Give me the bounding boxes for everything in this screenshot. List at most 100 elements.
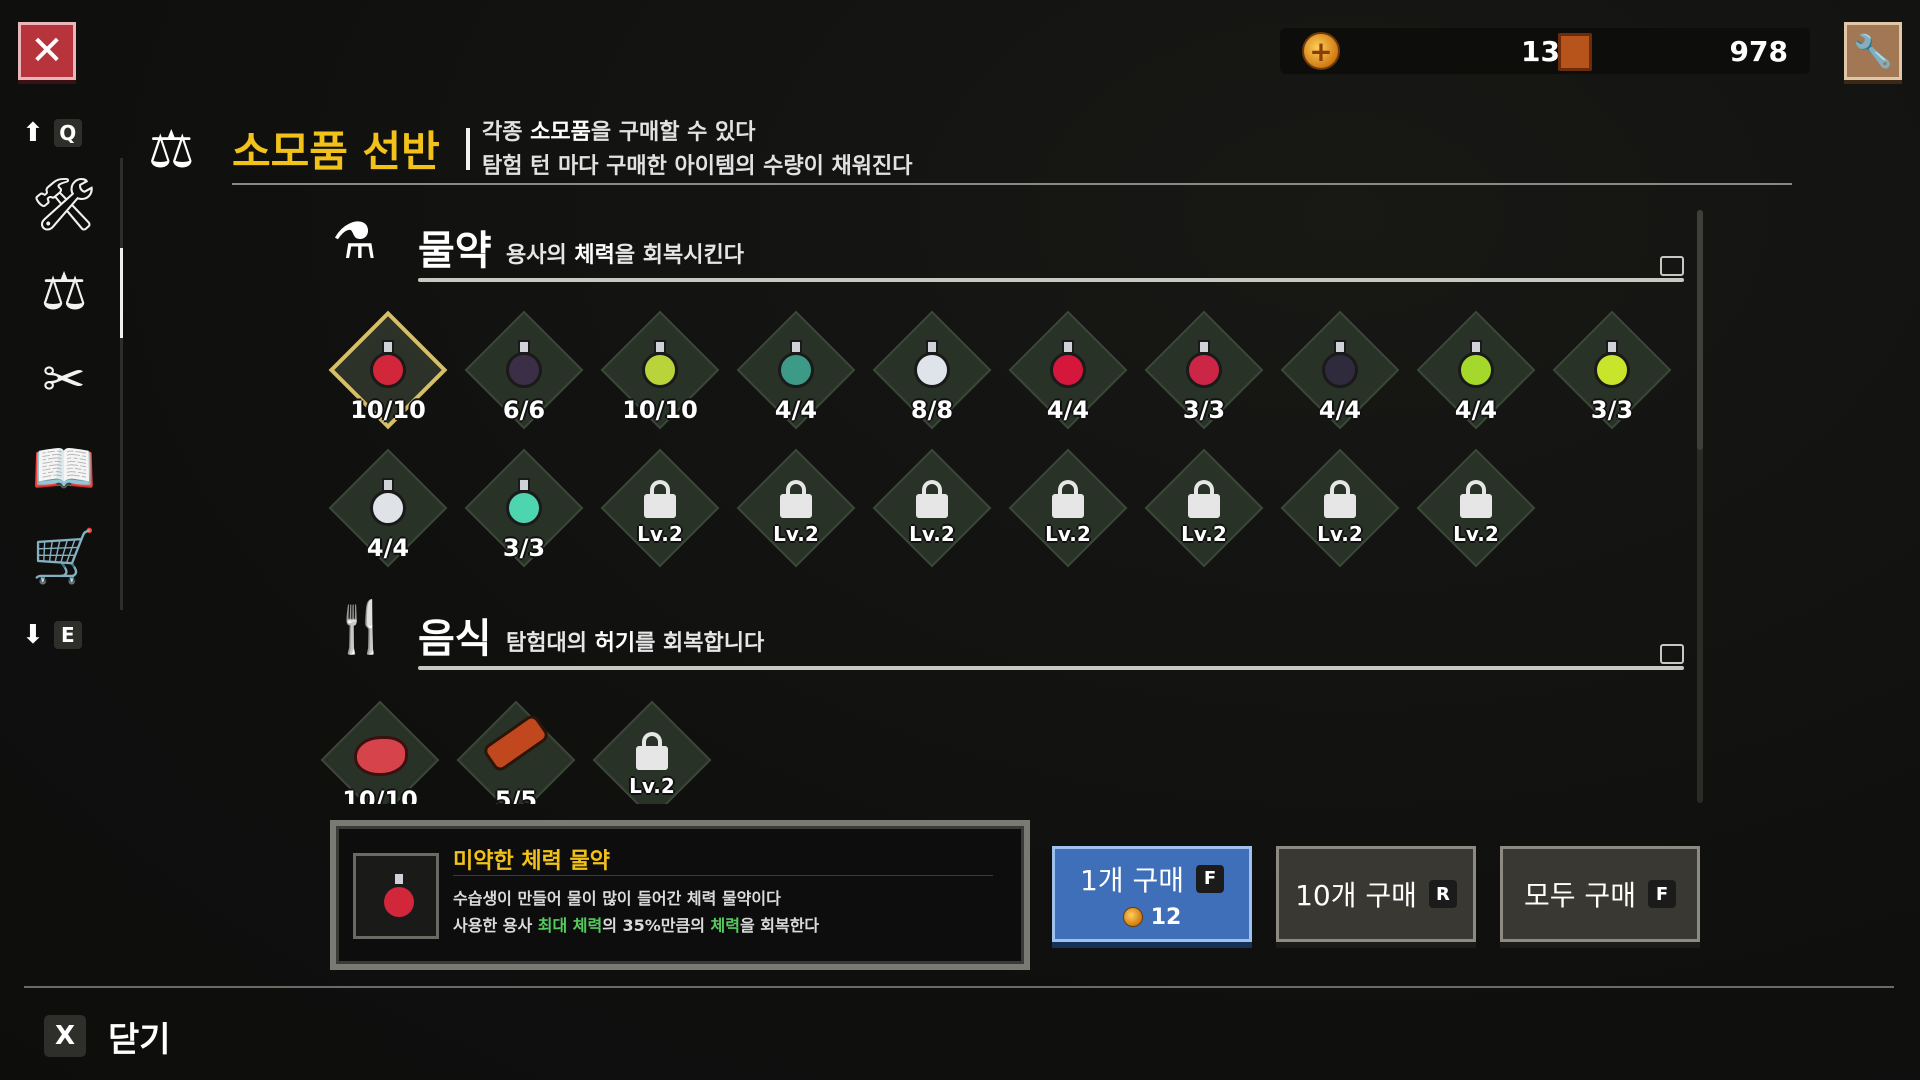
item-count: 4/4 — [366, 534, 410, 562]
buy-ten-button[interactable]: 10개 구매 R — [1276, 846, 1476, 942]
potion-item[interactable]: 3/3 — [464, 448, 584, 568]
nav-scroll-thumb[interactable] — [120, 248, 123, 338]
potion-icon — [504, 340, 544, 390]
potion-icon — [912, 340, 952, 390]
coin-icon — [1302, 32, 1340, 70]
locked-item[interactable]: Lv.2 — [872, 448, 992, 568]
potion-item[interactable]: 4/4 — [1416, 310, 1536, 430]
buy-one-label: 1개 구매 — [1080, 863, 1184, 897]
item-count: 6/6 — [502, 396, 546, 424]
potion-icon — [368, 340, 408, 390]
lock-icon — [1052, 480, 1084, 518]
item-detail-panel: 미약한 체력 물약 수습생이 만들어 물이 많이 들어간 체력 물약이다 사용한… — [330, 820, 1030, 970]
potion-item[interactable]: 6/6 — [464, 310, 584, 430]
item-count: 8/8 — [910, 396, 954, 424]
locked-item[interactable]: Lv.2 — [592, 700, 712, 804]
book-icon — [1558, 33, 1592, 71]
fork-knife-icon: 🍴 — [330, 598, 393, 656]
buy-all-key: F — [1647, 880, 1676, 908]
item-detail-thumbnail — [353, 853, 439, 939]
content-scrollbar[interactable] — [1697, 210, 1703, 803]
tools-icon: ✂ — [42, 350, 86, 410]
potion-item[interactable]: 4/4 — [1280, 310, 1400, 430]
buy-one-button[interactable]: 1개 구매 F 12 — [1052, 846, 1252, 942]
buy-all-button[interactable]: 모두 구매 F — [1500, 846, 1700, 942]
close-icon: ✕ — [30, 28, 64, 74]
item-count: 4/4 — [1454, 396, 1498, 424]
buy-ten-key: R — [1428, 880, 1457, 908]
potion-icon — [776, 340, 816, 390]
item-detail-text: 수습생이 만들어 물이 많이 들어간 체력 물약이다 사용한 용사 최대 체력의… — [453, 889, 820, 935]
nav-cart[interactable]: 🛒 — [24, 512, 104, 600]
lock-icon — [1324, 480, 1356, 518]
potions-collapse-icon[interactable] — [1660, 256, 1684, 276]
locked-item[interactable]: Lv.2 — [1008, 448, 1128, 568]
arrow-up-icon: ⬆ — [22, 118, 44, 148]
potions-description: 용사의 체력을 회복시킨다 — [506, 243, 744, 268]
potions-title: 물약 — [418, 228, 492, 274]
buy-one-price: 12 — [1150, 904, 1182, 930]
item-detail-name: 미약한 체력 물약 — [453, 849, 610, 874]
lock-icon — [644, 480, 676, 518]
lock-icon — [1188, 480, 1220, 518]
potion-item[interactable]: 8/8 — [872, 310, 992, 430]
locked-level: Lv.2 — [637, 522, 683, 546]
potion-item[interactable]: 10/10 — [600, 310, 720, 430]
nav-prev-key: Q — [53, 119, 82, 147]
close-key[interactable]: X — [44, 1015, 86, 1057]
potion-item[interactable]: 10/10 — [328, 310, 448, 430]
locked-item[interactable]: Lv.2 — [736, 448, 856, 568]
books-icon: 📖 — [31, 438, 97, 499]
nav-workbench[interactable]: 🛠 — [24, 160, 104, 248]
locked-item[interactable]: Lv.2 — [1144, 448, 1264, 568]
food-collapse-icon[interactable] — [1660, 644, 1684, 664]
locked-level: Lv.2 — [1045, 522, 1091, 546]
arrow-down-icon: ⬇ — [22, 620, 44, 650]
content-scroll-thumb[interactable] — [1697, 210, 1703, 450]
item-count: 4/4 — [1318, 396, 1362, 424]
item-count: 10/10 — [342, 786, 418, 804]
scale-icon: ⚖ — [148, 120, 195, 180]
food-item[interactable]: 5/5 — [456, 700, 576, 804]
page-description: 각종 소모품을 구매할 수 있다 탐험 턴 마다 구매한 아이템의 수량이 채워… — [482, 120, 913, 179]
item-count: 4/4 — [1046, 396, 1090, 424]
nav-books[interactable]: 📖 — [24, 424, 104, 512]
currency-bar: 13 978 — [1280, 28, 1810, 74]
locked-level: Lv.2 — [629, 774, 675, 798]
item-count: 3/3 — [502, 534, 546, 562]
nav-consumables[interactable]: ⚖ — [24, 248, 104, 336]
potion-item[interactable]: 4/4 — [1008, 310, 1128, 430]
potions-divider — [418, 278, 1684, 282]
locked-level: Lv.2 — [1317, 522, 1363, 546]
locked-level: Lv.2 — [1181, 522, 1227, 546]
potion-item[interactable]: 3/3 — [1552, 310, 1672, 430]
title-separator — [466, 128, 470, 170]
nav-prev[interactable]: ⬆ Q — [22, 118, 82, 148]
nav-tools[interactable]: ✂ — [24, 336, 104, 424]
page-title: 소모품 선반 — [232, 127, 440, 176]
buy-ten-label: 10개 구매 — [1295, 879, 1417, 912]
header-divider — [232, 183, 1792, 185]
item-count: 10/10 — [622, 396, 698, 424]
close-button[interactable]: ✕ — [18, 22, 76, 80]
potion-icon — [1320, 340, 1360, 390]
locked-item[interactable]: Lv.2 — [1416, 448, 1536, 568]
item-count: 3/3 — [1590, 396, 1634, 424]
nav-next[interactable]: ⬇ E — [22, 620, 82, 650]
settings-button[interactable]: 🔧 — [1844, 22, 1902, 80]
close-label[interactable]: 닫기 — [108, 1012, 171, 1061]
lock-icon — [916, 480, 948, 518]
buy-all-label: 모두 구매 — [1524, 879, 1636, 912]
scale-icon: ⚖ — [40, 262, 88, 322]
potion-item[interactable]: 3/3 — [1144, 310, 1264, 430]
locked-item[interactable]: Lv.2 — [1280, 448, 1400, 568]
locked-item[interactable]: Lv.2 — [600, 448, 720, 568]
nav-scrollbar[interactable] — [120, 158, 123, 610]
potion-item[interactable]: 4/4 — [736, 310, 856, 430]
food-item[interactable]: 10/10 — [320, 700, 440, 804]
potion-item[interactable]: 4/4 — [328, 448, 448, 568]
food-divider — [418, 666, 1684, 670]
lock-icon — [780, 480, 812, 518]
food-title: 음식 — [418, 616, 492, 662]
buy-one-key: F — [1196, 864, 1224, 893]
